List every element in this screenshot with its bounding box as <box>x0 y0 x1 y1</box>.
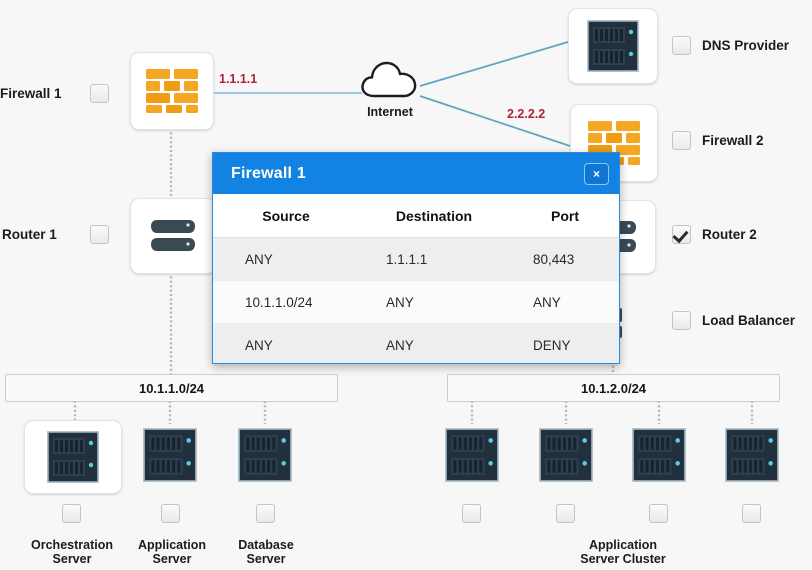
server-icon <box>725 428 779 482</box>
firewall-icon <box>146 69 198 113</box>
firewall1-node[interactable] <box>130 52 214 130</box>
dns-provider-checkbox[interactable] <box>672 36 691 55</box>
server-icon <box>143 428 197 482</box>
load-balancer-checkbox[interactable] <box>672 311 691 330</box>
cluster-server-node-1[interactable] <box>444 428 500 487</box>
column-header-source: Source <box>213 194 360 238</box>
database-server-label-line2: Server <box>246 552 286 567</box>
table-row[interactable]: 10.1.1.0/24 ANY ANY <box>213 280 619 324</box>
database-server-checkbox[interactable] <box>256 504 275 523</box>
modal-title: Firewall 1 <box>231 164 306 182</box>
orchestration-server-label-line1: Orchestration <box>31 538 113 552</box>
application-server-label-line2: Server <box>152 552 192 567</box>
server-icon <box>587 20 639 72</box>
table-row[interactable]: ANY ANY DENY <box>213 323 619 363</box>
database-server-label: Database Server <box>210 538 322 567</box>
server-icon <box>47 431 99 483</box>
server-icon <box>445 428 499 482</box>
database-server-node[interactable] <box>237 428 293 487</box>
table-header-row: Source Destination Port <box>213 194 619 238</box>
application-server-cluster-label: Application Server Cluster <box>540 538 706 567</box>
application-server-node[interactable] <box>142 428 198 487</box>
cell-source: 10.1.1.0/24 <box>213 280 360 324</box>
network-diagram-canvas: Firewall 1 1.1.1.1 Internet DNS Provider… <box>0 0 812 570</box>
orchestration-server-checkbox[interactable] <box>62 504 81 523</box>
dns-provider-label: DNS Provider <box>702 38 790 53</box>
database-server-label-line1: Database <box>238 538 294 552</box>
cell-destination: 1.1.1.1 <box>360 237 509 281</box>
router1-checkbox[interactable] <box>90 225 109 244</box>
orchestration-server-label-line2: Server <box>52 552 92 567</box>
router1-node[interactable] <box>130 198 216 274</box>
firewall-rules-modal[interactable]: Firewall 1 × Source Destination Port ANY… <box>212 152 620 364</box>
cell-source: ANY <box>213 237 360 281</box>
internet-node[interactable] <box>358 58 422 107</box>
dns-provider-node[interactable] <box>568 8 658 84</box>
firewall2-label: Firewall 2 <box>702 133 764 148</box>
server-icon <box>632 428 686 482</box>
cluster-server-checkbox-3[interactable] <box>649 504 668 523</box>
cell-port: ANY <box>509 280 619 324</box>
subnet-bar-right[interactable]: 10.1.2.0/24 <box>447 374 780 402</box>
column-header-destination: Destination <box>360 194 509 238</box>
orchestration-server-node[interactable] <box>24 420 122 494</box>
cluster-label-line1: Application <box>588 538 658 552</box>
router2-checkbox[interactable] <box>672 225 691 244</box>
cluster-label-line2: Server Cluster <box>580 552 666 567</box>
router1-label: Router 1 <box>2 227 57 242</box>
server-icon <box>539 428 593 482</box>
table-row[interactable]: ANY 1.1.1.1 80,443 <box>213 237 619 281</box>
close-icon[interactable]: × <box>584 162 609 185</box>
cluster-server-node-2[interactable] <box>538 428 594 487</box>
application-server-label-line1: Application <box>137 538 207 552</box>
cluster-server-checkbox-2[interactable] <box>556 504 575 523</box>
load-balancer-label: Load Balancer <box>702 313 796 328</box>
cell-port: 80,443 <box>509 237 619 281</box>
internet-label: Internet <box>367 105 413 119</box>
cluster-server-checkbox-4[interactable] <box>742 504 761 523</box>
firewall1-checkbox[interactable] <box>90 84 109 103</box>
firewall2-checkbox[interactable] <box>672 131 691 150</box>
application-server-checkbox[interactable] <box>161 504 180 523</box>
cluster-server-node-3[interactable] <box>631 428 687 487</box>
cloud-icon <box>361 61 417 98</box>
cell-destination: ANY <box>360 323 509 363</box>
cluster-server-checkbox-1[interactable] <box>462 504 481 523</box>
column-header-port: Port <box>509 194 619 238</box>
modal-header: Firewall 1 × <box>213 153 619 194</box>
cell-destination: ANY <box>360 280 509 324</box>
wan1-ip-label: 1.1.1.1 <box>219 72 258 86</box>
firewall1-label: Firewall 1 <box>0 86 62 101</box>
router-icon <box>151 220 195 251</box>
cluster-server-node-4[interactable] <box>724 428 780 487</box>
wan2-ip-label: 2.2.2.2 <box>507 107 546 121</box>
router2-label: Router 2 <box>702 227 757 242</box>
server-icon <box>238 428 292 482</box>
cell-port: DENY <box>509 323 619 363</box>
cell-source: ANY <box>213 323 360 363</box>
firewall-rules-table: Source Destination Port ANY 1.1.1.1 80,4… <box>213 194 619 363</box>
subnet-bar-left[interactable]: 10.1.1.0/24 <box>5 374 338 402</box>
